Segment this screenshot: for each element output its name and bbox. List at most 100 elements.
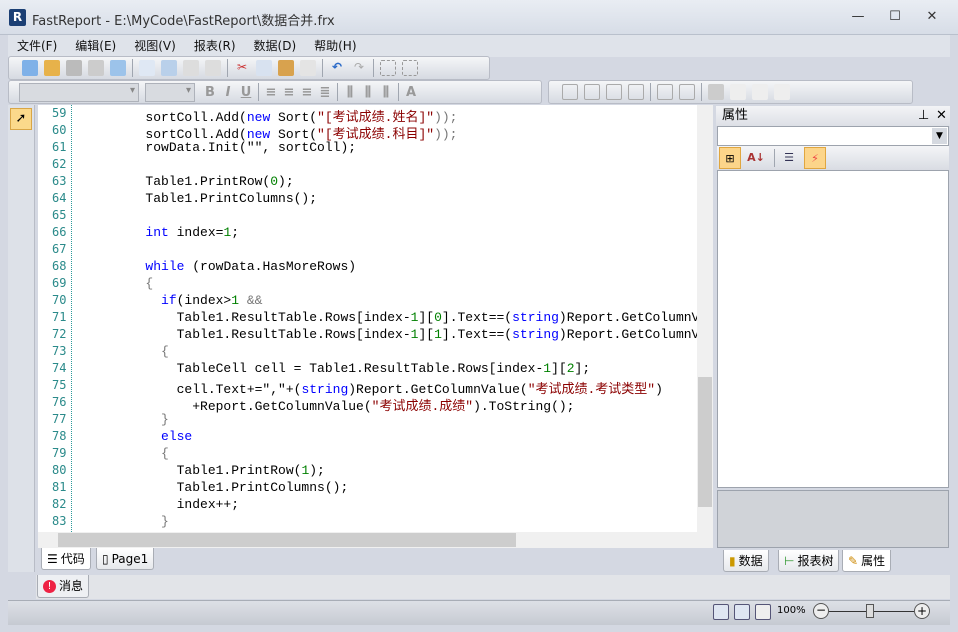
line-number: 61 — [52, 140, 67, 154]
code-editor[interactable]: 59 sortColl.Add(new Sort("[考试成绩.姓名]")); 6… — [38, 105, 712, 532]
border-left-icon[interactable] — [606, 84, 622, 100]
select-pointer-icon[interactable]: ➚ — [10, 108, 32, 130]
sort-alphabetical-icon[interactable]: A↓ — [745, 147, 767, 169]
line-width-icon[interactable] — [752, 84, 768, 100]
view-mode-2-icon[interactable] — [734, 604, 750, 620]
line-number: 73 — [52, 344, 67, 358]
tab-code-label: 代码 — [60, 551, 85, 566]
border-top-icon[interactable] — [584, 84, 600, 100]
property-grid[interactable] — [717, 170, 949, 488]
line-number: 59 — [52, 106, 67, 120]
valign-bottom-icon[interactable]: ⫼ — [377, 85, 395, 100]
tab-code[interactable]: ☰ 代码 — [41, 548, 91, 570]
new-page-icon[interactable] — [139, 60, 155, 76]
tab-properties[interactable]: ✎ 属性 — [842, 550, 892, 572]
separator — [398, 83, 399, 101]
pin-icon[interactable]: ⊥ — [918, 106, 929, 126]
format-painter-icon[interactable] — [300, 60, 316, 76]
cut-icon[interactable]: ✂ — [234, 60, 250, 76]
save-all-icon[interactable] — [88, 60, 104, 76]
tab-messages[interactable]: ! 消息 — [37, 575, 90, 598]
line-number: 67 — [52, 242, 67, 256]
code-line: Table1.PrintColumns(); — [83, 191, 318, 206]
font-color-icon[interactable]: A — [402, 85, 420, 100]
menu-data[interactable]: 数据(D) — [245, 35, 306, 57]
delete-page-icon[interactable] — [183, 60, 199, 76]
paste-icon[interactable] — [278, 60, 294, 76]
new-report-icon[interactable] — [22, 60, 38, 76]
properties-icon[interactable]: ☰ — [778, 147, 800, 169]
vertical-scroll-thumb[interactable] — [698, 377, 712, 507]
fill-color-icon[interactable] — [708, 84, 724, 100]
ungroup-icon[interactable] — [402, 60, 418, 76]
tree-icon: ⊢ — [784, 553, 795, 568]
redo-icon[interactable]: ↷ — [351, 60, 367, 76]
maximize-button[interactable]: ☐ — [880, 6, 910, 28]
bold-icon[interactable]: B — [201, 85, 219, 100]
valign-center-icon[interactable]: ⫼ — [359, 85, 377, 100]
tab-report-tree[interactable]: ⊢ 报表树 — [778, 550, 840, 572]
tab-data[interactable]: ▮ 数据 — [723, 550, 769, 572]
new-dialog-icon[interactable] — [161, 60, 177, 76]
horizontal-scroll-thumb[interactable] — [58, 533, 516, 547]
justify-icon[interactable]: ≣ — [316, 85, 334, 100]
font-name-combo[interactable] — [19, 82, 139, 102]
font-size-combo[interactable] — [145, 82, 195, 102]
line-color-icon[interactable] — [730, 84, 746, 100]
tab-page1[interactable]: ▯ Page1 — [96, 548, 155, 570]
close-button[interactable]: ✕ — [917, 6, 947, 28]
line-style-icon[interactable] — [774, 84, 790, 100]
window-title: FastReport - E:\MyCode\FastReport\数据合并.f… — [32, 14, 335, 29]
valign-top-icon[interactable]: ⫼ — [341, 85, 359, 100]
zoom-slider-thumb[interactable] — [866, 604, 874, 618]
copy-icon[interactable] — [256, 60, 272, 76]
save-icon[interactable] — [66, 60, 82, 76]
close-panel-icon[interactable]: ✕ — [936, 106, 947, 126]
menu-help[interactable]: 帮助(H) — [305, 35, 365, 57]
align-left-icon[interactable]: ≡ — [262, 85, 280, 100]
italic-icon[interactable]: I — [219, 85, 237, 100]
minimize-button[interactable]: — — [843, 6, 873, 28]
code-line: { — [83, 276, 154, 291]
menu-edit[interactable]: 编辑(E) — [66, 35, 125, 57]
view-mode-3-icon[interactable] — [755, 604, 771, 620]
line-number: 71 — [52, 310, 67, 324]
undo-icon[interactable]: ↶ — [329, 60, 345, 76]
zoom-in-button[interactable]: + — [914, 603, 930, 619]
page-settings-icon[interactable] — [205, 60, 221, 76]
border-all-icon[interactable] — [562, 84, 578, 100]
properties-tab-icon: ✎ — [848, 553, 859, 568]
objects-toolbar — [8, 105, 35, 572]
code-line: int index=1; — [145, 225, 240, 240]
messages-bar — [36, 575, 950, 599]
separator — [373, 59, 374, 77]
line-number: 60 — [52, 123, 67, 137]
zoom-out-button[interactable]: − — [813, 603, 829, 619]
border-none-icon[interactable] — [679, 84, 695, 100]
open-icon[interactable] — [44, 60, 60, 76]
categorized-icon[interactable]: ⊞ — [719, 147, 741, 169]
line-number: 64 — [52, 191, 67, 205]
underline-icon[interactable]: U — [237, 85, 255, 100]
align-center-icon[interactable]: ≡ — [280, 85, 298, 100]
border-right-icon[interactable] — [628, 84, 644, 100]
border-bottom-icon[interactable] — [657, 84, 673, 100]
view-mode-1-icon[interactable] — [713, 604, 729, 620]
events-icon[interactable]: ⚡ — [804, 147, 826, 169]
page-icon: ▯ — [102, 551, 109, 566]
line-number: 77 — [52, 412, 67, 426]
menu-report[interactable]: 报表(R) — [185, 35, 245, 57]
code-line: } — [83, 412, 169, 427]
preview-icon[interactable] — [110, 60, 126, 76]
separator — [701, 83, 702, 101]
code-line: Table1.ResultTable.Rows[index-1][1].Text… — [83, 327, 712, 342]
align-right-icon[interactable]: ≡ — [298, 85, 316, 100]
separator — [337, 83, 338, 101]
separator — [227, 59, 228, 77]
database-icon: ▮ — [729, 553, 736, 568]
menu-file[interactable]: 文件(F) — [8, 35, 66, 57]
menu-view[interactable]: 视图(V) — [125, 35, 185, 57]
chevron-down-icon[interactable]: ▼ — [932, 128, 947, 144]
group-icon[interactable] — [380, 60, 396, 76]
object-selector-combo[interactable]: ▼ — [717, 126, 949, 146]
